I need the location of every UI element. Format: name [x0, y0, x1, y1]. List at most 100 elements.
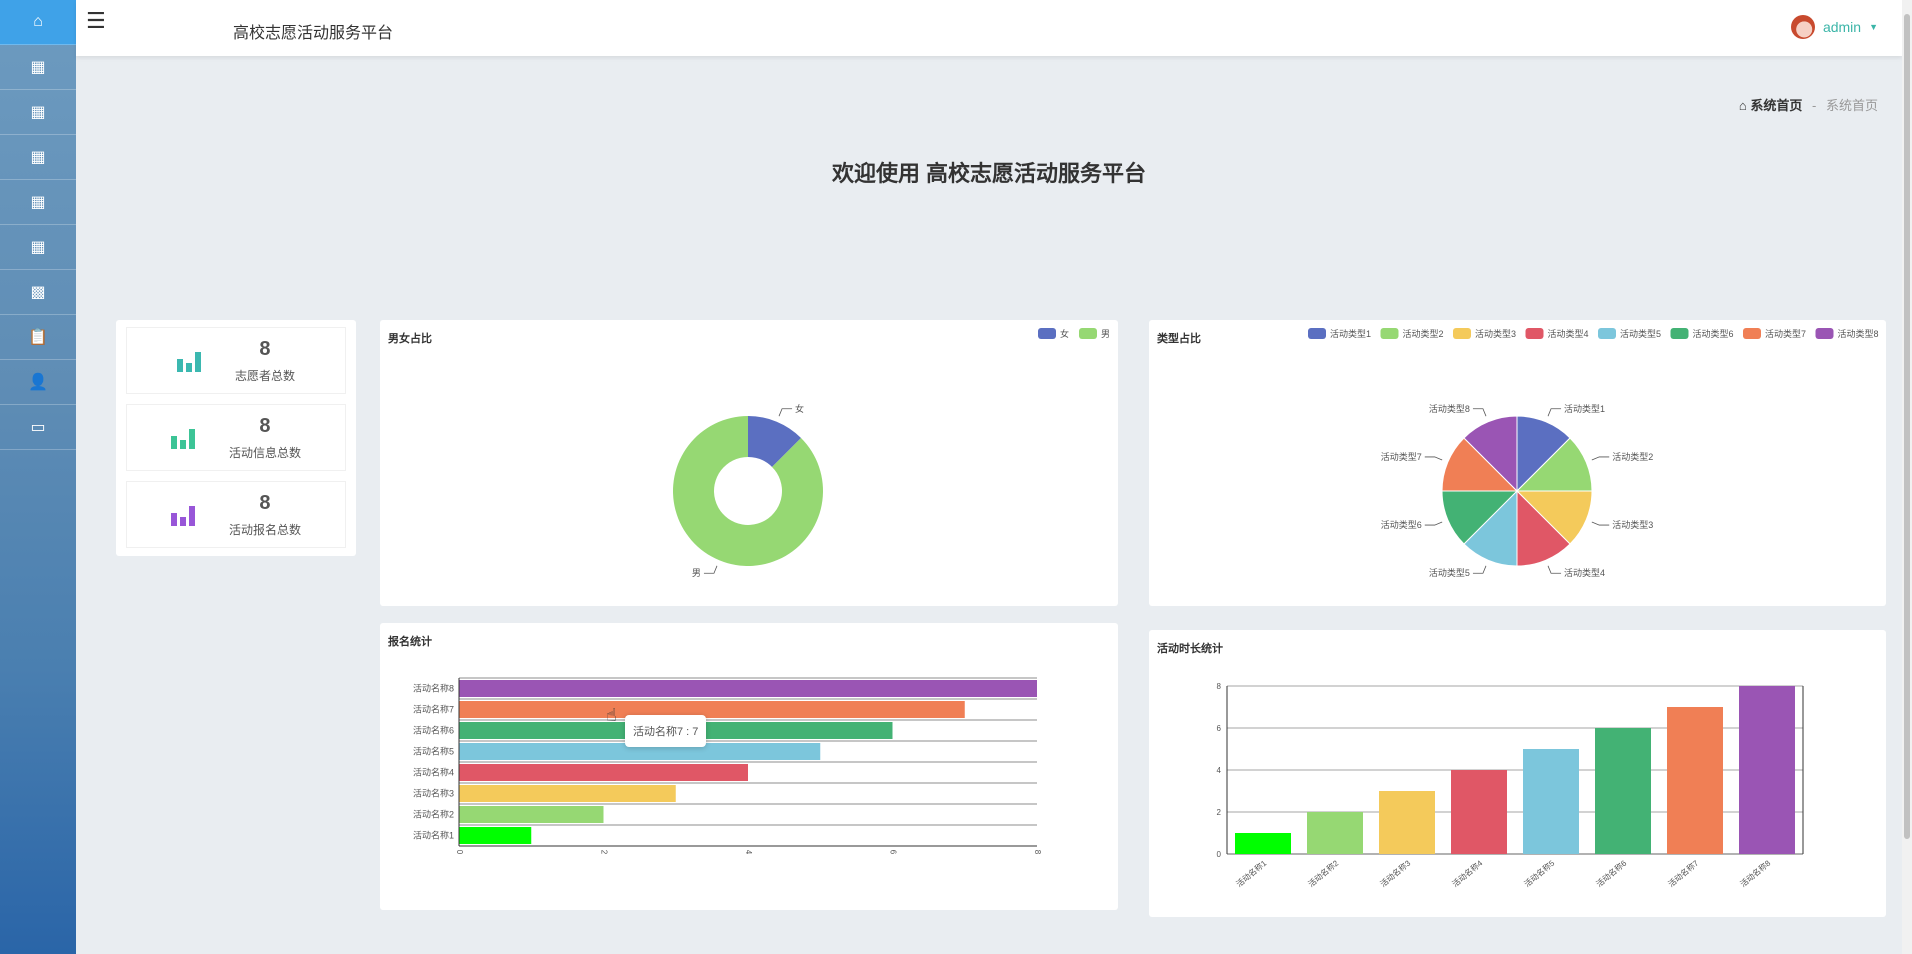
label-line [1591, 456, 1610, 461]
sidebar-item-4[interactable]: ▦ [0, 180, 76, 225]
user-menu[interactable]: admin ▼ [1790, 15, 1878, 39]
category-label: 活动名称6 [1594, 858, 1629, 889]
username: admin [1822, 19, 1862, 35]
legend-label: 活动类型5 [1620, 328, 1661, 339]
slice-label: 活动类型4 [1564, 567, 1605, 578]
bar [459, 680, 1037, 697]
label-line [1472, 408, 1487, 417]
category-label: 活动名称6 [413, 725, 454, 736]
slice-label: 活动类型5 [1429, 567, 1470, 578]
welcome-title: 欢迎使用 高校志愿活动服务平台 [831, 161, 1147, 186]
menu-toggle-icon[interactable]: ☰ [86, 10, 106, 32]
tick-label: 6 [889, 850, 898, 855]
tick-label: 8 [1217, 682, 1222, 691]
bar [1307, 812, 1363, 854]
scrollbar-thumb[interactable] [1904, 14, 1910, 839]
legend-swatch [1598, 328, 1616, 339]
tick-label: 2 [600, 850, 609, 855]
legend-label: 活动类型3 [1475, 328, 1516, 339]
stat-card: 8 活动信息总数 [126, 404, 346, 471]
sidebar-item-6[interactable]: ▩ [0, 270, 76, 315]
legend-label: 男 [1101, 329, 1110, 339]
bar [459, 701, 965, 718]
category-label: 活动名称5 [1522, 858, 1557, 889]
chart-title: 男女占比 [388, 333, 432, 345]
grid-icon: ▦ [30, 149, 46, 166]
tick-label: 0 [1217, 850, 1222, 859]
sidebar-item-1[interactable]: ▦ [0, 45, 76, 90]
card-icon: ▭ [30, 419, 46, 436]
sidebar-item-9[interactable]: ▭ [0, 405, 76, 450]
chart-tooltip: 活动名称7 : 7 [625, 715, 707, 747]
category-label: 活动名称2 [413, 809, 454, 820]
legend-swatch [1670, 328, 1689, 339]
category-label: 活动名称3 [413, 788, 454, 799]
sidebar-item-7[interactable]: 📋 [0, 315, 76, 360]
legend-label: 活动类型8 [1838, 328, 1879, 339]
app-title: 高校志愿活动服务平台 [233, 25, 394, 42]
user-icon: 👤 [28, 374, 48, 391]
scrollbar[interactable] [1902, 0, 1912, 954]
legend-label: 活动类型6 [1693, 328, 1734, 339]
bar [1523, 749, 1579, 854]
sidebar-item-5[interactable]: ▦ [0, 225, 76, 270]
tick-label: 4 [1217, 766, 1222, 775]
slice-label: 活动类型6 [1381, 519, 1422, 530]
hand-cursor-icon: ☝ [606, 705, 617, 725]
apps-icon: ▩ [30, 284, 46, 301]
category-label: 活动名称3 [1378, 858, 1413, 889]
category-label: 活动名称5 [413, 746, 454, 757]
legend-label: 活动类型4 [1548, 328, 1589, 339]
gender-pie-card: 男女女男 男女占比 [380, 320, 1118, 606]
bar [459, 806, 604, 823]
bar-chart-icon [170, 427, 195, 449]
grid-icon: ▦ [30, 59, 46, 76]
label-line [1547, 565, 1562, 574]
chart-title: 类型占比 [1157, 333, 1201, 345]
legend-swatch [1079, 328, 1097, 339]
chart-title: 活动时长统计 [1157, 643, 1223, 655]
type-pie-card: 活动类型8 活动类型7 活动类型6 活动类型5 活动类型4 活动类型3 活动类型2 活动类型1… [1149, 320, 1886, 606]
sidebar-item-3[interactable]: ▦ [0, 135, 76, 180]
tick-label: 0 [455, 850, 464, 855]
grid-icon: ▦ [30, 194, 46, 211]
category-label: 活动名称2 [1306, 858, 1341, 889]
category-label: 活动名称7 [413, 704, 454, 715]
bar [1595, 728, 1651, 854]
chevron-down-icon: ▼ [1869, 22, 1878, 32]
grid-icon: ▦ [30, 239, 46, 256]
stat-card: 8 活动报名总数 [126, 481, 346, 548]
breadcrumb-home[interactable]: 系统首页 [1750, 98, 1802, 113]
category-label: 活动名称1 [413, 830, 454, 841]
bar [1379, 791, 1435, 854]
stat-value: 8 [259, 491, 271, 514]
home-icon: ⌂ [33, 13, 43, 30]
label-line [778, 408, 793, 417]
duration-bar-card: 0 2 4 6 8 活动名称1 活动名称2 活动名称3 活动名称4 活动名称5 活动名称6 活动名称7… [1149, 630, 1886, 917]
grid-icon: ▦ [30, 104, 46, 121]
legend-label: 活动类型7 [1765, 328, 1806, 339]
bar-chart-icon [170, 504, 195, 526]
stat-label: 志愿者总数 [234, 368, 295, 383]
category-label: 活动名称4 [1450, 858, 1485, 889]
slice-label: 活动类型1 [1564, 403, 1605, 414]
legend-swatch [1453, 328, 1471, 339]
tick-label: 4 [744, 850, 753, 855]
clipboard-icon: 📋 [28, 329, 48, 346]
category-label: 活动名称8 [1738, 858, 1773, 889]
breadcrumb-current: 系统首页 [1825, 98, 1878, 113]
top-header: ☰ 高校志愿活动服务平台 admin ▼ [76, 0, 1902, 56]
legend-swatch [1380, 328, 1399, 339]
category-label: 活动名称7 [1666, 858, 1701, 889]
sidebar-item-8[interactable]: 👤 [0, 360, 76, 405]
legend-swatch [1308, 328, 1326, 339]
bar [1235, 833, 1291, 854]
sidebar-item-2[interactable]: ▦ [0, 90, 76, 135]
sidebar-item-0[interactable]: ⌂ [0, 0, 76, 45]
stats-panel: 8 志愿者总数 8 活动信息总数 8 活动报名总数 [116, 320, 356, 556]
slice-label: 女 [795, 403, 804, 414]
legend-label: 女 [1060, 328, 1069, 339]
stat-value: 8 [259, 414, 271, 437]
label-line [1424, 456, 1443, 461]
bar [1739, 686, 1795, 854]
